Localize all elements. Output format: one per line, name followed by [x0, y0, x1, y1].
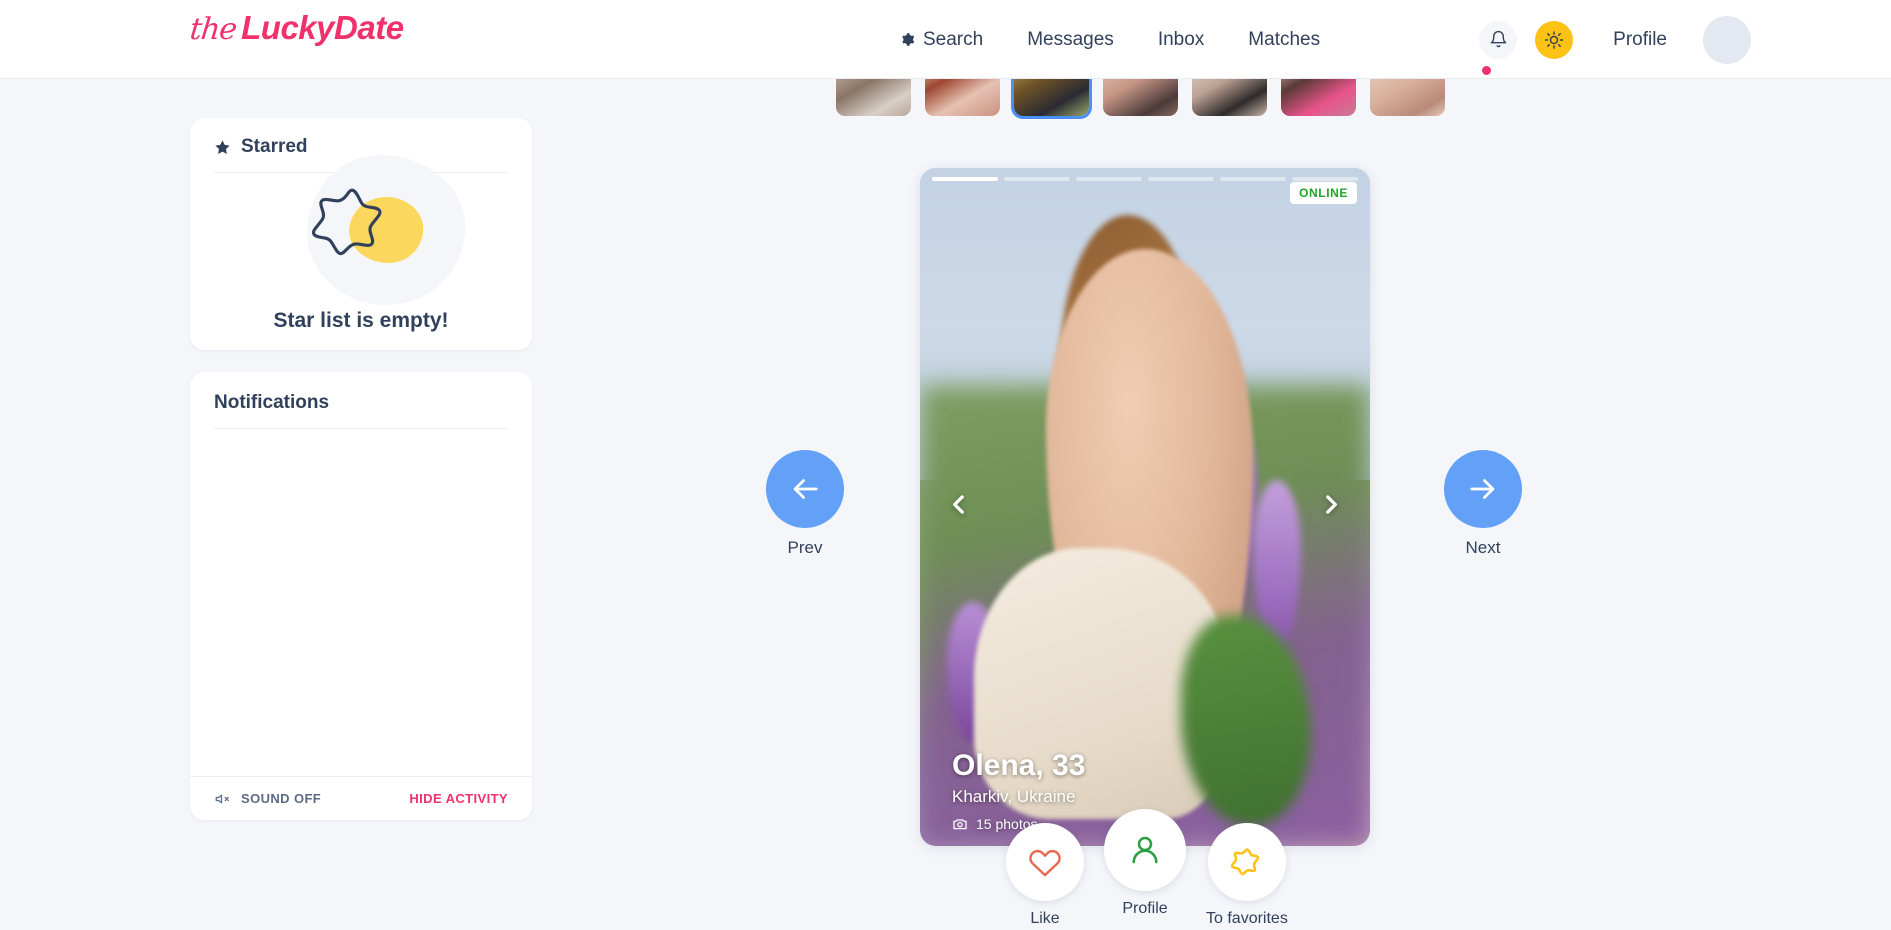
profile-photo [920, 168, 1370, 846]
hide-activity-button[interactable]: HIDE ACTIVITY [409, 791, 508, 806]
story-segment-5[interactable] [1220, 177, 1286, 181]
next-profile-button[interactable]: Next [1444, 450, 1522, 558]
chevron-right-icon[interactable] [1318, 485, 1344, 530]
next-button-circle[interactable] [1444, 450, 1522, 528]
nav-label-matches: Matches [1248, 28, 1321, 50]
next-button-label: Next [1465, 538, 1501, 557]
camera-icon [953, 819, 967, 830]
brand-logo[interactable]: the LuckyDate [188, 9, 404, 47]
view-profile-button[interactable]: Profile [1104, 809, 1186, 918]
theme-toggle-button[interactable] [1535, 20, 1574, 59]
profile-location: Kharkiv, Ukraine [952, 787, 1076, 806]
notifications-footer: SOUND OFF HIDE ACTIVITY [190, 776, 532, 820]
like-button-label: Like [1030, 910, 1060, 927]
nav-item-inbox[interactable]: Inbox [1158, 29, 1204, 51]
speaker-mute-icon [215, 794, 229, 803]
profile-action-buttons: Like Profile To favorites [1006, 809, 1288, 928]
status-badge: ONLINE [1290, 182, 1357, 204]
nav-item-messages[interactable]: Messages [1027, 29, 1114, 51]
empty-star-illustration [190, 155, 532, 305]
profile-link[interactable]: Profile [1613, 29, 1667, 51]
nav-item-search[interactable]: Search [900, 29, 983, 51]
arrow-left-icon [793, 479, 818, 499]
gear-icon [900, 32, 915, 47]
like-button-circle[interactable] [1006, 823, 1084, 901]
story-segment-6[interactable] [1292, 177, 1358, 181]
notifications-button[interactable] [1479, 20, 1518, 75]
notifications-card: Notifications SOUND OFF HIDE ACTIVITY [190, 372, 532, 820]
prev-button-circle[interactable] [766, 450, 844, 528]
star-outline-icon [1230, 848, 1260, 876]
nav-label-search: Search [923, 28, 984, 50]
brand-prefix: the [188, 12, 238, 47]
profile-info: Olena, 33 Kharkiv, Ukraine 15 photos [952, 749, 1085, 833]
header-actions: Profile [1479, 0, 1751, 79]
like-button[interactable]: Like [1006, 823, 1084, 928]
favorites-button-label: To favorites [1206, 910, 1288, 927]
star-icon [215, 139, 230, 154]
notifications-list [190, 429, 532, 776]
starred-empty-text: Star list is empty! [273, 309, 449, 332]
main-navigation: Search Messages Inbox Matches [900, 0, 1320, 79]
starred-card: Starred Star list is empty! [190, 118, 532, 350]
illustration-star-outline [306, 181, 398, 278]
starred-title: Starred [241, 136, 308, 157]
notifications-title: Notifications [214, 392, 330, 413]
chevron-left-icon[interactable] [946, 485, 972, 530]
heart-icon [1029, 849, 1061, 877]
story-progress-bars [932, 177, 1358, 181]
nav-item-matches[interactable]: Matches [1248, 29, 1320, 51]
profile-name-age: Olena, 33 [952, 748, 1086, 782]
sound-toggle-button[interactable]: SOUND OFF [214, 790, 321, 808]
nav-label-inbox: Inbox [1157, 28, 1205, 50]
notification-indicator-dot [1482, 65, 1492, 75]
bell-icon [1490, 30, 1506, 48]
profile-photo-card[interactable]: ONLINE Olena, 33 Kharkiv, Ukraine 15 pho… [920, 168, 1370, 846]
brand-name: LuckyDate [241, 9, 404, 46]
prev-button-label: Prev [787, 538, 823, 557]
nav-label-messages: Messages [1027, 28, 1114, 50]
story-segment-3[interactable] [1076, 177, 1142, 181]
favorites-button[interactable]: To favorites [1206, 823, 1288, 928]
sun-icon [1544, 30, 1564, 49]
left-sidebar: Starred Star list is empty! Notification… [190, 118, 532, 820]
person-icon [1132, 836, 1158, 864]
top-header: the LuckyDate Search Messages Inbox Matc… [0, 0, 1891, 79]
story-segment-1[interactable] [932, 177, 998, 181]
sound-label: SOUND OFF [241, 791, 322, 806]
view-profile-button-circle[interactable] [1104, 809, 1186, 891]
view-profile-button-label: Profile [1122, 900, 1168, 917]
prev-profile-button[interactable]: Prev [766, 450, 844, 558]
arrow-right-icon [1470, 479, 1495, 499]
story-segment-2[interactable] [1004, 177, 1070, 181]
avatar[interactable] [1703, 15, 1751, 64]
favorites-button-circle[interactable] [1207, 823, 1286, 901]
story-segment-4[interactable] [1148, 177, 1214, 181]
